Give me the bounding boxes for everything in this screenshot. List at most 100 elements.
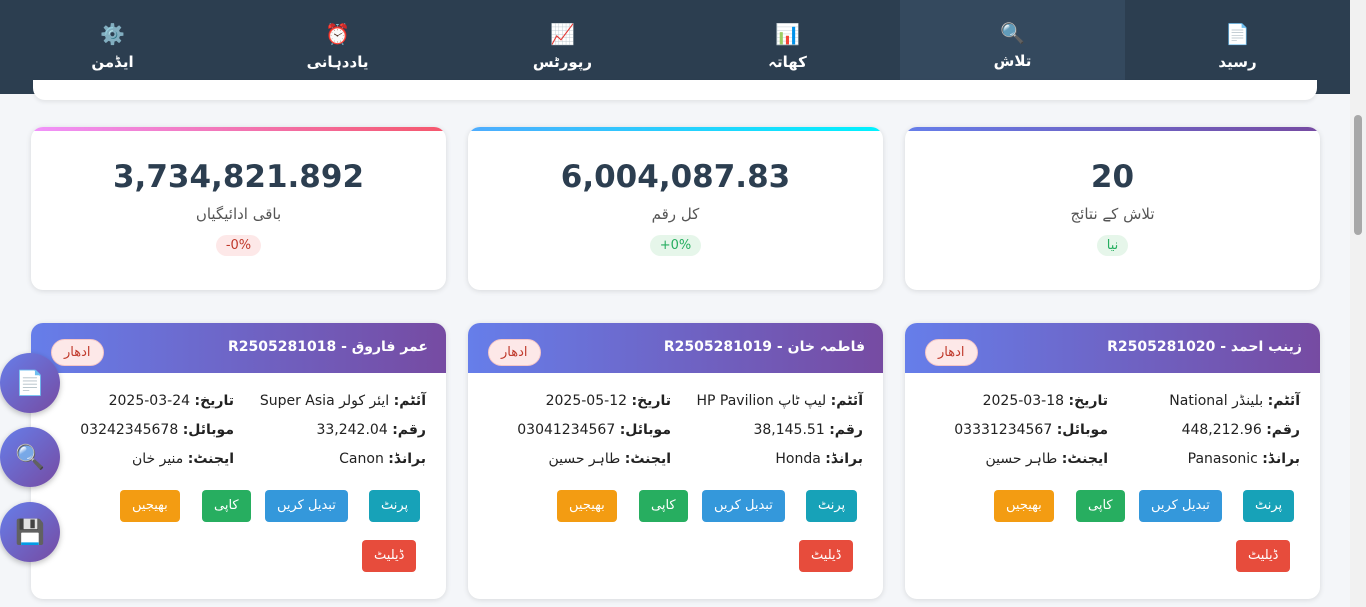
agent-row: ایجنٹ: طاہر حسین bbox=[985, 451, 1108, 467]
item-value: ایئر کولر Super Asia bbox=[259, 393, 390, 409]
edit-button[interactable]: تبدیل کریں bbox=[702, 490, 785, 522]
brand-row: برانڈ: Canon bbox=[339, 451, 426, 467]
record-card: زینب احمد - R2505281020 ادھار آئٹم: بلین… bbox=[905, 323, 1320, 599]
gear-icon: ⚙️ bbox=[100, 22, 125, 46]
agent-label: ایجنٹ: bbox=[1061, 451, 1108, 467]
delete-button[interactable]: ڈیلیٹ bbox=[799, 540, 854, 572]
amount-label: رقم: bbox=[829, 422, 863, 438]
search-icon: 🔍 bbox=[1000, 20, 1025, 45]
item-label: آئٹم: bbox=[1267, 393, 1300, 409]
mobile-label: موبائل: bbox=[619, 422, 671, 438]
record-title: زینب احمد - R2505281020 bbox=[1107, 339, 1302, 355]
record-header: عمر فاروق - R2505281018 ادھار bbox=[31, 323, 446, 373]
item-label: آئٹم: bbox=[393, 393, 426, 409]
save-icon: 💾 bbox=[15, 518, 45, 546]
trend-chart-icon: 📈 bbox=[550, 22, 575, 46]
item-value: لیپ ٹاپ HP Pavilion bbox=[696, 393, 827, 409]
amount-label: رقم: bbox=[1266, 422, 1300, 438]
mobile-value: 03041234567 bbox=[517, 422, 616, 438]
stat-card-pending: 3,734,821.892 باقی ادائیگیاں -0% bbox=[31, 127, 446, 290]
date-value: 24-03-2025 bbox=[108, 393, 191, 409]
stat-value: 6,004,087.83 bbox=[560, 159, 791, 195]
stat-accent-bar bbox=[31, 127, 446, 131]
fab-new-receipt[interactable]: 📄 bbox=[0, 353, 60, 413]
brand-value: Canon bbox=[339, 451, 384, 467]
amount-row: رقم: 448,212.96 bbox=[1182, 422, 1300, 438]
brand-value: Panasonic bbox=[1187, 451, 1258, 467]
stat-label: کل رقم bbox=[651, 205, 700, 223]
status-badge: ادھار bbox=[488, 339, 541, 366]
scrollbar-thumb[interactable] bbox=[1354, 115, 1362, 235]
receipt-icon: 📄 bbox=[15, 369, 45, 397]
agent-row: ایجنٹ: طاہر حسین bbox=[548, 451, 671, 467]
brand-label: برانڈ: bbox=[388, 451, 426, 467]
copy-button[interactable]: کاپی bbox=[639, 490, 688, 522]
copy-button[interactable]: کاپی bbox=[1076, 490, 1125, 522]
mobile-label: موبائل: bbox=[1056, 422, 1108, 438]
stat-card-total: 6,004,087.83 کل رقم +0% bbox=[468, 127, 883, 290]
stat-value: 20 bbox=[1090, 159, 1135, 195]
stat-label: تلاش کے نتائج bbox=[1070, 205, 1155, 223]
date-row: تاریخ: 12-05-2025 bbox=[546, 393, 671, 409]
stat-accent-bar bbox=[468, 127, 883, 131]
send-button[interactable]: بھیجیں bbox=[994, 490, 1054, 522]
status-badge: ادھار bbox=[925, 339, 978, 366]
brand-row: برانڈ: Panasonic bbox=[1188, 451, 1300, 467]
stat-value: 3,734,821.892 bbox=[112, 159, 365, 195]
copy-button[interactable]: کاپی bbox=[202, 490, 251, 522]
brand-value: Honda bbox=[775, 451, 821, 467]
amount-row: رقم: 38,145.51 bbox=[753, 422, 863, 438]
edit-button[interactable]: تبدیل کریں bbox=[1139, 490, 1222, 522]
stat-accent-bar bbox=[905, 127, 1320, 131]
agent-value: طاہر حسین bbox=[985, 451, 1058, 467]
mobile-row: موبائل: 03041234567 bbox=[517, 422, 671, 438]
record-title: فاطمہ خان - R2505281019 bbox=[663, 339, 865, 355]
agent-label: ایجنٹ: bbox=[624, 451, 671, 467]
stat-card-results: 20 تلاش کے نتائج نیا bbox=[905, 127, 1320, 290]
print-button[interactable]: پرنٹ bbox=[806, 490, 858, 522]
item-label: آئٹم: bbox=[830, 393, 863, 409]
brand-label: برانڈ: bbox=[825, 451, 863, 467]
delete-button[interactable]: ڈیلیٹ bbox=[362, 540, 417, 572]
mobile-row: موبائل: 03242345678 bbox=[80, 422, 234, 438]
search-icon: 🔍 bbox=[15, 443, 45, 471]
agent-label: ایجنٹ: bbox=[187, 451, 234, 467]
alarm-clock-icon: ⏰ bbox=[325, 22, 350, 46]
amount-value: 38,145.51 bbox=[753, 422, 825, 438]
fab-save[interactable]: 💾 bbox=[0, 502, 60, 562]
item-row: آئٹم: لیپ ٹاپ HP Pavilion bbox=[696, 393, 863, 409]
amount-row: رقم: 33,242.04 bbox=[316, 422, 426, 438]
print-button[interactable]: پرنٹ bbox=[1243, 490, 1295, 522]
date-value: 18-03-2025 bbox=[982, 393, 1065, 409]
amount-value: 33,242.04 bbox=[316, 422, 388, 438]
amount-value: 448,212.96 bbox=[1181, 422, 1262, 438]
mobile-value: 03331234567 bbox=[954, 422, 1053, 438]
edit-button[interactable]: تبدیل کریں bbox=[265, 490, 348, 522]
record-card: فاطمہ خان - R2505281019 ادھار آئٹم: لیپ … bbox=[468, 323, 883, 599]
amount-label: رقم: bbox=[392, 422, 426, 438]
record-card: عمر فاروق - R2505281018 ادھار آئٹم: ایئر… bbox=[31, 323, 446, 599]
nav-label: رسید bbox=[1218, 53, 1257, 71]
nav-label: رپورٹس bbox=[532, 53, 593, 71]
date-value: 12-05-2025 bbox=[545, 393, 628, 409]
brand-row: برانڈ: Honda bbox=[775, 451, 863, 467]
status-badge: ادھار bbox=[51, 339, 104, 366]
item-row: آئٹم: ایئر کولر Super Asia bbox=[260, 393, 426, 409]
item-value: بلینڈر National bbox=[1169, 393, 1264, 409]
print-button[interactable]: پرنٹ bbox=[369, 490, 421, 522]
nav-label: کھاتہ bbox=[768, 53, 807, 71]
fab-search[interactable]: 🔍 bbox=[0, 427, 60, 487]
send-button[interactable]: بھیجیں bbox=[557, 490, 617, 522]
scrollbar[interactable] bbox=[1350, 0, 1366, 607]
stat-label: باقی ادائیگیاں bbox=[195, 205, 282, 223]
stat-badge: -0% bbox=[215, 235, 262, 256]
record-header: فاطمہ خان - R2505281019 ادھار bbox=[468, 323, 883, 373]
date-label: تاریخ: bbox=[194, 393, 234, 409]
document-icon: 📄 bbox=[1225, 22, 1250, 46]
delete-button[interactable]: ڈیلیٹ bbox=[1236, 540, 1291, 572]
nav-label: ایڈمن bbox=[91, 53, 134, 71]
nav-label: یاددہانی bbox=[306, 53, 369, 71]
send-button[interactable]: بھیجیں bbox=[120, 490, 180, 522]
stat-badge: +0% bbox=[649, 235, 702, 256]
agent-value: منیر خان bbox=[131, 451, 184, 467]
